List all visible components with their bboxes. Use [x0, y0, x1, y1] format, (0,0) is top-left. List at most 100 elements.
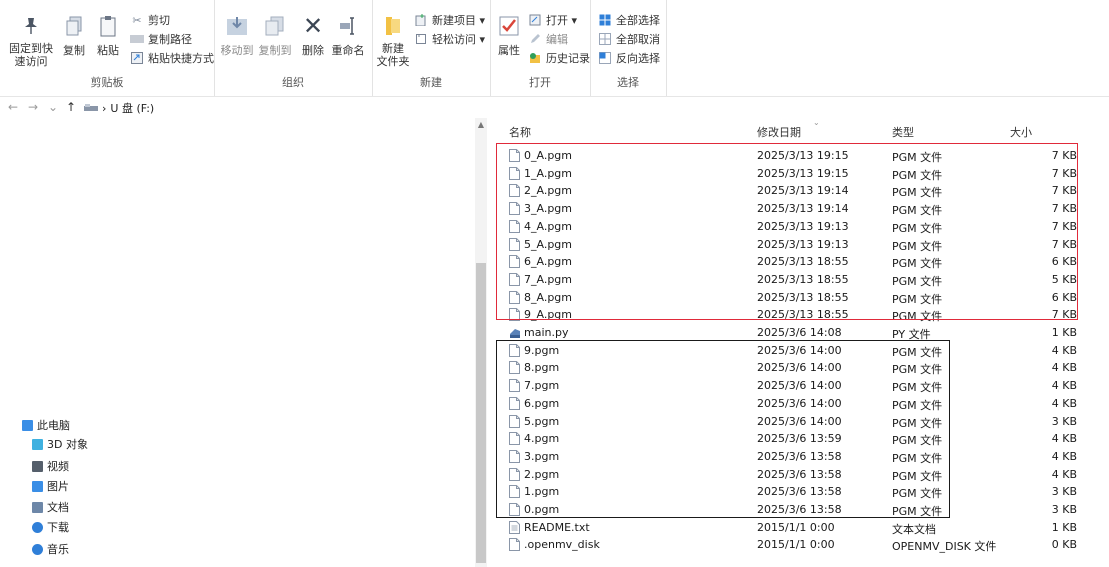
column-header-size[interactable]: 大小: [1010, 124, 1032, 140]
file-row[interactable]: 3_A.pgm 2025/3/13 19:14 PGM 文件 7 KB: [487, 200, 1109, 217]
paste-shortcut-button[interactable]: 粘贴快捷方式: [130, 50, 214, 66]
nav-item[interactable]: 下载: [32, 519, 69, 535]
nav-item[interactable]: 文档: [32, 499, 69, 515]
file-name: 1.pgm: [524, 485, 560, 499]
copy-button[interactable]: 复制: [58, 14, 90, 58]
file-row[interactable]: 0.pgm 2025/3/6 13:58 PGM 文件 3 KB: [487, 501, 1109, 518]
recent-locations-button[interactable]: ⌄: [48, 100, 58, 114]
file-icon: [509, 290, 520, 304]
rename-button[interactable]: 重命名: [330, 14, 366, 58]
nav-item[interactable]: 音乐: [32, 541, 69, 557]
file-row[interactable]: 5_A.pgm 2025/3/13 19:13 PGM 文件 7 KB: [487, 236, 1109, 253]
navigation-pane: 此电脑 3D 对象视频图片文档下载音乐: [0, 118, 475, 567]
file-size: 7 KB: [1051, 219, 1077, 233]
nav-item[interactable]: 3D 对象: [32, 436, 88, 452]
file-row[interactable]: 3.pgm 2025/3/6 13:58 PGM 文件 4 KB: [487, 448, 1109, 465]
paste-shortcut-label: 粘贴快捷方式: [148, 52, 214, 65]
file-name-cell: 0_A.pgm: [509, 149, 572, 162]
open-button[interactable]: 打开 ▾: [528, 12, 577, 28]
paste-button[interactable]: 粘贴: [92, 14, 124, 58]
file-row[interactable]: 2_A.pgm 2025/3/13 19:14 PGM 文件 7 KB: [487, 182, 1109, 199]
edit-button[interactable]: 编辑: [528, 31, 568, 47]
column-header-name[interactable]: 名称: [509, 124, 531, 140]
rename-label: 重命名: [331, 44, 365, 57]
move-to-button[interactable]: 移动到: [218, 14, 256, 58]
properties-label: 属性: [498, 44, 520, 57]
column-header-type[interactable]: 类型: [892, 124, 914, 140]
select-none-button[interactable]: 全部取消: [598, 31, 660, 47]
copy-path-button[interactable]: 复制路径: [130, 31, 192, 47]
file-name: 4_A.pgm: [524, 219, 573, 233]
vertical-scrollbar[interactable]: ▲: [475, 118, 487, 567]
file-row[interactable]: 2.pgm 2025/3/6 13:58 PGM 文件 4 KB: [487, 466, 1109, 483]
nav-item[interactable]: 图片: [32, 478, 69, 494]
file-size: 3 KB: [1051, 414, 1077, 428]
file-row[interactable]: 1_A.pgm 2025/3/13 19:15 PGM 文件 7 KB: [487, 165, 1109, 182]
file-row[interactable]: 4.pgm 2025/3/6 13:59 PGM 文件 4 KB: [487, 430, 1109, 447]
open-group-label: 打开: [529, 76, 551, 89]
breadcrumb[interactable]: › U 盘 (F:): [84, 100, 154, 116]
file-row[interactable]: 6.pgm 2025/3/6 14:00 PGM 文件 4 KB: [487, 395, 1109, 412]
file-row[interactable]: 5.pgm 2025/3/6 14:00 PGM 文件 3 KB: [487, 413, 1109, 430]
nav-item[interactable]: 此电脑: [22, 417, 70, 433]
file-icon: [509, 414, 520, 428]
file-type: PGM 文件: [892, 310, 943, 324]
file-date: 2025/3/6 14:00: [757, 379, 842, 393]
invert-selection-icon: [598, 51, 612, 65]
nav-item[interactable]: 视频: [32, 458, 69, 474]
scroll-thumb[interactable]: [476, 263, 486, 563]
file-size: 6 KB: [1051, 255, 1077, 269]
file-row[interactable]: 0_A.pgm 2025/3/13 19:15 PGM 文件 7 KB: [487, 147, 1109, 164]
file-row[interactable]: 6_A.pgm 2025/3/13 18:55 PGM 文件 6 KB: [487, 253, 1109, 270]
file-row[interactable]: .openmv_disk 2015/1/1 0:00 OPENMV_DISK 文件 0…: [487, 536, 1109, 553]
file-type: OPENMV_DISK 文件: [892, 540, 997, 554]
history-button[interactable]: 历史记录: [528, 50, 590, 66]
organize-group: 移动到 复制到 ✕ 删除 重命名 组织: [214, 0, 373, 96]
file-date: 2025/3/6 14:00: [757, 361, 842, 375]
file-icon: [509, 379, 520, 393]
file-row[interactable]: 8.pgm 2025/3/6 14:00 PGM 文件 4 KB: [487, 359, 1109, 376]
up-button[interactable]: ↑: [66, 100, 76, 114]
file-icon: [509, 237, 520, 251]
rename-icon: [336, 14, 360, 38]
file-row[interactable]: 7.pgm 2025/3/6 14:00 PGM 文件 4 KB: [487, 377, 1109, 394]
back-button[interactable]: ←: [8, 100, 18, 114]
invert-selection-button[interactable]: 反向选择: [598, 50, 660, 66]
file-icon: [509, 166, 520, 180]
properties-button[interactable]: 属性: [494, 14, 524, 58]
copy-path-label: 复制路径: [148, 33, 192, 46]
file-name: 7_A.pgm: [524, 272, 573, 286]
file-row[interactable]: 1.pgm 2025/3/6 13:58 PGM 文件 3 KB: [487, 483, 1109, 500]
file-size: 3 KB: [1051, 485, 1077, 499]
file-row[interactable]: 8_A.pgm 2025/3/13 18:55 PGM 文件 6 KB: [487, 289, 1109, 306]
scroll-up-arrow[interactable]: ▲: [475, 120, 487, 130]
select-all-button[interactable]: 全部选择: [598, 12, 660, 28]
file-name-cell: main.py: [509, 326, 568, 339]
easy-access-button[interactable]: 轻松访问 ▾: [414, 31, 485, 47]
new-item-button[interactable]: 新建项目 ▾: [414, 12, 485, 28]
file-size: 4 KB: [1051, 361, 1077, 375]
copy-to-button[interactable]: 复制到: [256, 14, 294, 58]
file-row[interactable]: main.py 2025/3/6 14:08 PY 文件 1 KB: [487, 324, 1109, 341]
file-date: 2025/3/6 14:00: [757, 396, 842, 410]
history-label: 历史记录: [546, 52, 590, 65]
new-folder-button[interactable]: 新建 文件夹: [376, 14, 410, 68]
pin-quick-access-button[interactable]: 固定到快速访问: [8, 14, 54, 68]
file-row[interactable]: 9.pgm 2025/3/6 14:00 PGM 文件 4 KB: [487, 342, 1109, 359]
file-name: 5.pgm: [524, 414, 560, 428]
paste-label: 粘贴: [97, 44, 119, 57]
delete-button[interactable]: ✕ 删除: [298, 12, 328, 58]
file-row[interactable]: README.txt 2015/1/1 0:00 文本文档 1 KB: [487, 519, 1109, 536]
nav-item-label: 3D 对象: [47, 438, 88, 451]
file-name: 1_A.pgm: [524, 166, 573, 180]
file-name: main.py: [524, 326, 569, 339]
file-row[interactable]: 7_A.pgm 2025/3/13 18:55 PGM 文件 5 KB: [487, 271, 1109, 288]
cut-button[interactable]: ✂ 剪切: [130, 12, 170, 28]
forward-button[interactable]: →: [28, 100, 38, 114]
file-row[interactable]: 9_A.pgm 2025/3/13 18:55 PGM 文件 7 KB: [487, 306, 1109, 323]
breadcrumb-drive[interactable]: U 盘 (F:): [110, 100, 154, 116]
file-type: PGM 文件: [892, 469, 943, 483]
column-header-date[interactable]: 修改日期: [757, 124, 801, 140]
easy-access-label: 轻松访问 ▾: [432, 33, 486, 46]
file-row[interactable]: 4_A.pgm 2025/3/13 19:13 PGM 文件 7 KB: [487, 218, 1109, 235]
